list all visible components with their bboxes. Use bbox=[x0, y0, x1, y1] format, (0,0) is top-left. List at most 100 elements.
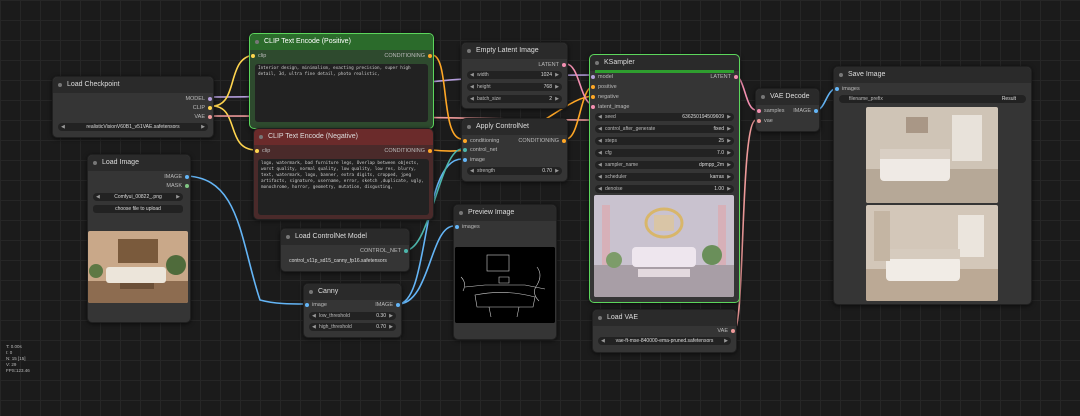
cfg-widget[interactable]: ◀ cfg 7.0 ▶ bbox=[595, 149, 734, 157]
output-vae[interactable]: VAE bbox=[194, 113, 213, 121]
port-dot[interactable] bbox=[305, 303, 309, 307]
load-checkpoint-node[interactable]: Load Checkpoint MODEL CLIP VAE ◀ realist… bbox=[52, 76, 214, 138]
empty-latent-image-node[interactable]: Empty Latent Image LATENT ◀ width 1024 ▶ ◀ h… bbox=[461, 42, 568, 109]
port-dot[interactable] bbox=[428, 149, 432, 153]
port-dot[interactable] bbox=[734, 75, 738, 79]
left-arrow-icon[interactable]: ◀ bbox=[470, 83, 474, 91]
load-image-node[interactable]: Load Image IMAGE MASK ◀ Comfyui_00822_.pn… bbox=[87, 154, 191, 323]
output-image[interactable]: IMAGE bbox=[164, 173, 190, 181]
left-arrow-icon[interactable]: ◀ bbox=[598, 125, 602, 133]
batch-size-widget[interactable]: ◀ batch_size 2 ▶ bbox=[467, 95, 562, 103]
output-control-net[interactable]: CONTROL_NET bbox=[360, 247, 409, 255]
port-dot[interactable] bbox=[591, 85, 595, 89]
choose-file-button[interactable]: choose file to upload bbox=[93, 205, 183, 213]
denoise-widget[interactable]: ◀ denoise 1.00 ▶ bbox=[595, 185, 734, 193]
right-arrow-icon[interactable]: ▶ bbox=[727, 137, 731, 145]
input-image[interactable]: image bbox=[462, 156, 485, 164]
steps-widget[interactable]: ◀ steps 25 ▶ bbox=[595, 137, 734, 145]
input-negative[interactable]: negative bbox=[590, 93, 619, 101]
negative-prompt-text[interactable]: logo, watermark, bad furniture legs, Ove… bbox=[258, 159, 429, 215]
left-arrow-icon[interactable]: ◀ bbox=[598, 185, 602, 193]
sampler-name-widget[interactable]: ◀ sampler_name dpmpp_2m ▶ bbox=[595, 161, 734, 169]
port-dot[interactable] bbox=[731, 329, 735, 333]
right-arrow-icon[interactable]: ▶ bbox=[727, 185, 731, 193]
right-arrow-icon[interactable]: ▶ bbox=[727, 161, 731, 169]
high-threshold-widget[interactable]: ◀ high_threshold 0.70 ▶ bbox=[309, 323, 396, 331]
input-samples[interactable]: samples bbox=[756, 107, 784, 115]
output-conditioning[interactable]: CONDITIONING bbox=[384, 52, 433, 60]
scheduler-widget[interactable]: ◀ scheduler karras ▶ bbox=[595, 173, 734, 181]
positive-prompt-text[interactable]: Interior design, minimalism, exacting pr… bbox=[255, 64, 428, 122]
left-arrow-icon[interactable]: ◀ bbox=[470, 167, 474, 175]
port-dot[interactable] bbox=[255, 149, 259, 153]
right-arrow-icon[interactable]: ▶ bbox=[389, 312, 393, 320]
low-threshold-widget[interactable]: ◀ low_threshold 0.30 ▶ bbox=[309, 312, 396, 320]
right-arrow-icon[interactable]: ▶ bbox=[727, 149, 731, 157]
port-dot[interactable] bbox=[428, 54, 432, 58]
output-latent[interactable]: LATENT bbox=[538, 61, 567, 69]
port-dot[interactable] bbox=[455, 225, 459, 229]
save-image-node[interactable]: Save Image images filename_prefix Result bbox=[833, 66, 1032, 305]
output-image[interactable]: IMAGE bbox=[375, 301, 401, 309]
input-image[interactable]: image bbox=[304, 301, 327, 309]
input-latent-image[interactable]: latent_image bbox=[590, 103, 630, 111]
left-arrow-icon[interactable]: ◀ bbox=[470, 95, 474, 103]
input-clip[interactable]: clip bbox=[250, 52, 266, 60]
preview-image-node[interactable]: Preview Image images bbox=[453, 204, 557, 340]
output-vae[interactable]: VAE bbox=[717, 327, 736, 335]
right-arrow-icon[interactable]: ▶ bbox=[201, 123, 205, 131]
left-arrow-icon[interactable]: ◀ bbox=[470, 71, 474, 79]
right-arrow-icon[interactable]: ▶ bbox=[727, 173, 731, 181]
right-arrow-icon[interactable]: ▶ bbox=[727, 125, 731, 133]
output-model[interactable]: MODEL bbox=[185, 95, 213, 103]
right-arrow-icon[interactable]: ▶ bbox=[555, 83, 559, 91]
port-dot[interactable] bbox=[208, 115, 212, 119]
port-dot[interactable] bbox=[463, 158, 467, 162]
port-dot[interactable] bbox=[591, 105, 595, 109]
output-conditioning[interactable]: CONDITIONING bbox=[384, 147, 433, 155]
input-images[interactable]: images bbox=[834, 85, 860, 93]
seed-widget[interactable]: ◀ seed 636250194509609 ▶ bbox=[595, 113, 734, 121]
ksampler-node[interactable]: KSampler model LATENT positive negative … bbox=[589, 54, 740, 303]
port-dot[interactable] bbox=[591, 95, 595, 99]
canny-node[interactable]: Canny image IMAGE ◀ low_threshold 0.30 ▶ ◀ h… bbox=[303, 283, 402, 338]
port-dot[interactable] bbox=[591, 75, 595, 79]
output-latent[interactable]: LATENT bbox=[710, 73, 739, 81]
left-arrow-icon[interactable]: ◀ bbox=[598, 113, 602, 121]
height-widget[interactable]: ◀ height 768 ▶ bbox=[467, 83, 562, 91]
port-dot[interactable] bbox=[757, 119, 761, 123]
output-image[interactable]: IMAGE bbox=[793, 107, 819, 115]
port-dot[interactable] bbox=[562, 63, 566, 67]
input-control-net[interactable]: control_net bbox=[462, 146, 497, 154]
port-dot[interactable] bbox=[835, 87, 839, 91]
port-dot[interactable] bbox=[562, 139, 566, 143]
control-net-name-combo[interactable]: control_v11p_sd15_canny_fp16.safetensors bbox=[271, 257, 405, 265]
strength-widget[interactable]: ◀ strength 0.70 ▶ bbox=[467, 167, 562, 175]
input-vae[interactable]: vae bbox=[756, 117, 773, 125]
right-arrow-icon[interactable]: ▶ bbox=[176, 193, 180, 201]
port-dot[interactable] bbox=[463, 148, 467, 152]
port-dot[interactable] bbox=[185, 184, 189, 188]
ckpt-name-combo[interactable]: ◀ realisticVisionV60B1_v51VAE.safetensor… bbox=[58, 123, 208, 131]
left-arrow-icon[interactable]: ◀ bbox=[598, 173, 602, 181]
width-widget[interactable]: ◀ width 1024 ▶ bbox=[467, 71, 562, 79]
port-dot[interactable] bbox=[757, 109, 761, 113]
input-positive[interactable]: positive bbox=[590, 83, 617, 91]
left-arrow-icon[interactable]: ◀ bbox=[598, 137, 602, 145]
right-arrow-icon[interactable]: ▶ bbox=[727, 113, 731, 121]
port-dot[interactable] bbox=[251, 54, 255, 58]
output-mask[interactable]: MASK bbox=[166, 182, 190, 190]
output-image-1[interactable] bbox=[866, 107, 998, 203]
right-arrow-icon[interactable]: ▶ bbox=[389, 323, 393, 331]
port-dot[interactable] bbox=[208, 97, 212, 101]
port-dot[interactable] bbox=[396, 303, 400, 307]
load-controlnet-model-node[interactable]: Load ControlNet Model CONTROL_NET contro… bbox=[280, 228, 410, 272]
port-dot[interactable] bbox=[463, 139, 467, 143]
input-images[interactable]: images bbox=[454, 223, 480, 231]
output-image-2[interactable] bbox=[866, 205, 998, 301]
filename-prefix-widget[interactable]: filename_prefix Result bbox=[839, 95, 1026, 103]
clip-text-encode-negative-node[interactable]: CLIP Text Encode (Negative) clip CONDITI… bbox=[253, 128, 434, 220]
left-arrow-icon[interactable]: ◀ bbox=[598, 149, 602, 157]
left-arrow-icon[interactable]: ◀ bbox=[598, 161, 602, 169]
input-conditioning[interactable]: conditioning bbox=[462, 137, 499, 145]
